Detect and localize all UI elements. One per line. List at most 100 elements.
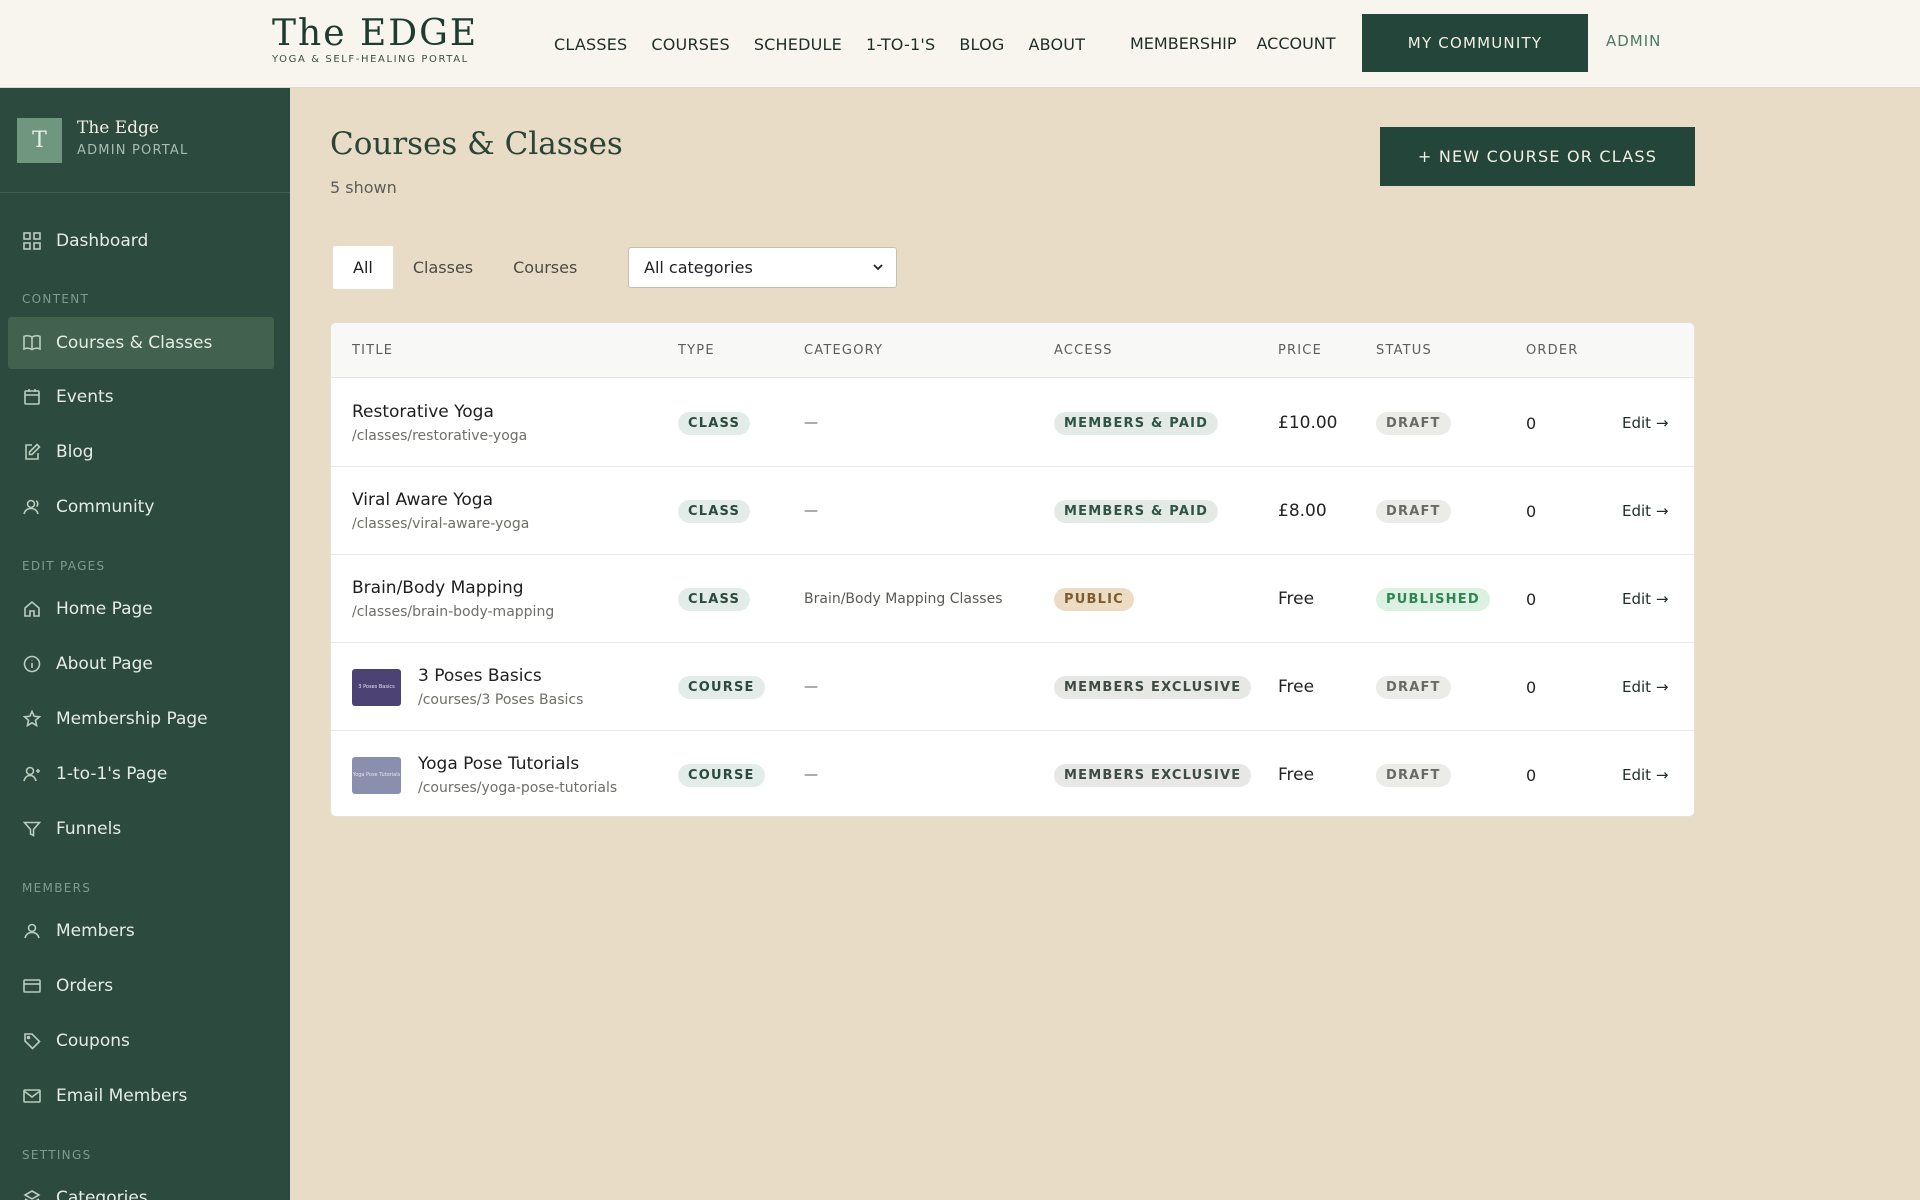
column-header-title[interactable]: TITLE [352, 343, 393, 358]
sidebar-item-label: About Page [56, 654, 153, 674]
column-header-order[interactable]: ORDER [1526, 343, 1579, 358]
column-header-category[interactable]: CATEGORY [804, 343, 883, 358]
my-community-button[interactable]: MY COMMUNITY [1362, 14, 1588, 72]
courses-table: TITLE TYPE CATEGORY ACCESS PRICE STATUS … [330, 322, 1695, 817]
table-row[interactable]: Viral Aware Yoga /classes/viral-aware-yo… [331, 467, 1694, 555]
tab-all[interactable]: All [333, 246, 393, 289]
nav-link-one-to-ones[interactable]: 1-TO-1'S [866, 35, 935, 54]
sidebar-item-courses-classes[interactable]: Courses & Classes [8, 317, 274, 369]
table-row[interactable]: Yoga Pose Tutorials Yoga Pose Tutorials … [331, 731, 1694, 816]
sidebar-item-label: Dashboard [56, 231, 149, 251]
edit-link[interactable]: Edit → [1622, 766, 1668, 784]
sidebar-item-orders[interactable]: Orders [8, 960, 274, 1012]
table-row[interactable]: 3 Poses Basics 3 Poses Basics /courses/3… [331, 643, 1694, 731]
column-header-type[interactable]: TYPE [678, 343, 715, 358]
price-value: Free [1278, 677, 1315, 697]
sidebar-subtitle: ADMIN PORTAL [77, 143, 189, 158]
sidebar-item-about-page[interactable]: About Page [8, 638, 274, 690]
page-title: Courses & Classes [330, 126, 623, 162]
row-title[interactable]: Yoga Pose Tutorials [418, 754, 617, 774]
column-header-status[interactable]: STATUS [1376, 343, 1432, 358]
sidebar-header: T The Edge ADMIN PORTAL [0, 88, 290, 193]
column-header-price[interactable]: PRICE [1278, 343, 1322, 358]
nav-link-schedule[interactable]: SCHEDULE [754, 35, 842, 54]
nav-link-membership[interactable]: MEMBERSHIP [1130, 34, 1236, 53]
grid-icon [23, 232, 41, 250]
sidebar-item-categories[interactable]: Categories [8, 1172, 274, 1200]
sidebar-section-settings: SETTINGS [22, 1148, 92, 1162]
order-value: 0 [1526, 765, 1537, 785]
status-badge: PUBLISHED [1376, 587, 1490, 611]
category-value: — [804, 503, 818, 519]
edit-link[interactable]: Edit → [1622, 414, 1668, 432]
sidebar-item-label: Orders [56, 976, 114, 996]
sidebar-item-label: Email Members [56, 1086, 188, 1106]
row-slug: /classes/viral-aware-yoga [352, 516, 530, 532]
sidebar-site-name: The Edge [77, 118, 159, 138]
brand-subtitle: YOGA & SELF-HEALING PORTAL [272, 54, 469, 65]
sidebar-item-members[interactable]: Members [8, 905, 274, 957]
sidebar-item-community[interactable]: Community [8, 481, 274, 533]
row-slug: /classes/brain-body-mapping [352, 604, 555, 620]
category-value: — [804, 679, 818, 695]
nav-link-about[interactable]: ABOUT [1028, 35, 1085, 54]
sidebar-item-events[interactable]: Events [8, 371, 274, 423]
sidebar-section-members: MEMBERS [22, 881, 92, 895]
sidebar-item-funnels[interactable]: Funnels [8, 803, 274, 855]
sidebar-item-label: Blog [56, 442, 94, 462]
info-icon [23, 655, 41, 673]
layers-icon [23, 1190, 41, 1200]
user-icon [24, 923, 40, 939]
new-course-or-class-button[interactable]: + NEW COURSE OR CLASS [1380, 127, 1695, 186]
main-nav-links: CLASSES COURSES SCHEDULE 1-TO-1'S BLOG A… [554, 0, 1109, 88]
row-title[interactable]: 3 Poses Basics [418, 666, 583, 686]
sidebar-item-coupons[interactable]: Coupons [8, 1015, 274, 1067]
price-value: £8.00 [1278, 501, 1327, 521]
type-badge: CLASS [678, 587, 751, 611]
account-nav-links: MEMBERSHIP ACCOUNT [1130, 0, 1356, 86]
category-value: — [804, 415, 818, 431]
sidebar-section-edit-pages: EDIT PAGES [22, 559, 106, 573]
access-badge: MEMBERS EXCLUSIVE [1054, 675, 1252, 699]
tab-courses[interactable]: Courses [493, 246, 597, 289]
row-title[interactable]: Restorative Yoga [352, 402, 527, 422]
row-title[interactable]: Viral Aware Yoga [352, 490, 529, 510]
sidebar-item-label: Events [56, 387, 114, 407]
sidebar-item-label: Membership Page [56, 709, 208, 729]
sidebar-item-membership-page[interactable]: Membership Page [8, 693, 274, 745]
edit-icon [25, 443, 41, 460]
row-slug: /courses/3 Poses Basics [418, 692, 584, 708]
edit-link[interactable]: Edit → [1622, 678, 1668, 696]
nav-link-classes[interactable]: CLASSES [554, 35, 627, 54]
sidebar-item-one-to-ones-page[interactable]: 1-to-1's Page [8, 748, 274, 800]
row-title[interactable]: Brain/Body Mapping [352, 578, 554, 598]
nav-link-courses[interactable]: COURSES [651, 35, 729, 54]
nav-link-account[interactable]: ACCOUNT [1256, 34, 1335, 53]
category-select[interactable]: All categories [628, 247, 897, 288]
nav-link-blog[interactable]: BLOG [959, 35, 1004, 54]
sidebar-item-blog[interactable]: Blog [8, 426, 274, 478]
type-filter-tabs: All Classes Courses [333, 246, 597, 289]
edit-link[interactable]: Edit → [1622, 502, 1668, 520]
sidebar-item-label: Courses & Classes [56, 333, 213, 353]
user-plus-icon [23, 766, 40, 782]
access-badge: PUBLIC [1054, 587, 1134, 611]
table-row[interactable]: Restorative Yoga /classes/restorative-yo… [331, 379, 1694, 467]
admin-link[interactable]: ADMIN [1606, 32, 1661, 50]
row-title-cell: 3 Poses Basics 3 Poses Basics /courses/3… [352, 643, 583, 731]
admin-sidebar: T The Edge ADMIN PORTAL Dashboard CONTEN… [0, 88, 290, 1200]
book-icon [23, 335, 41, 351]
brand-logo[interactable]: The EDGE YOGA & SELF-HEALING PORTAL [272, 14, 478, 66]
column-header-access[interactable]: ACCESS [1054, 343, 1113, 358]
star-icon [22, 709, 42, 728]
access-badge: MEMBERS & PAID [1054, 411, 1219, 435]
status-badge: DRAFT [1376, 499, 1451, 523]
mail-icon [23, 1089, 41, 1103]
tab-classes[interactable]: Classes [393, 246, 493, 289]
edit-link[interactable]: Edit → [1622, 590, 1668, 608]
sidebar-item-home-page[interactable]: Home Page [8, 583, 274, 635]
sidebar-item-dashboard[interactable]: Dashboard [8, 215, 274, 267]
sidebar-item-label: Community [56, 497, 155, 517]
table-row[interactable]: Brain/Body Mapping /classes/brain-body-m… [331, 555, 1694, 643]
sidebar-item-email-members[interactable]: Email Members [8, 1070, 274, 1122]
